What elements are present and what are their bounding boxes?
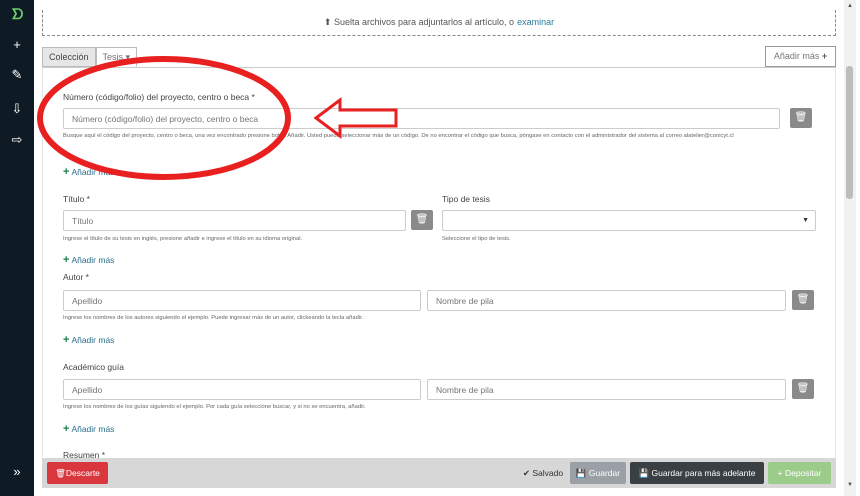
thesis-type-label: Tipo de tesis	[442, 194, 490, 204]
advisor-help: Ingrese los nombres de los guías siguien…	[63, 404, 366, 410]
trash-icon[interactable]: 🗑	[411, 210, 433, 230]
save-button[interactable]: 💾 Guardar	[570, 462, 626, 484]
trash-icon[interactable]: 🗑	[790, 108, 812, 128]
save-later-label: Guardar para más adelante	[651, 468, 756, 478]
add-more-advisor-link[interactable]: + Añadir más	[63, 423, 114, 435]
import-icon[interactable]: ⇩	[7, 100, 27, 118]
deposit-label: Depositar	[784, 468, 822, 478]
caret-down-icon: ▼	[802, 217, 809, 224]
action-footer: 🗑Descarte ✔ Salvado 💾 Guardar 💾 Guardar …	[42, 458, 836, 488]
scroll-up-arrow-icon[interactable]: ▲	[844, 3, 856, 9]
file-dropzone[interactable]: ⬆ Suelta archivos para adjuntarlos al ar…	[42, 10, 836, 36]
thesis-type-select[interactable]: ▼	[442, 210, 816, 231]
save-for-later-button[interactable]: 💾 Guardar para más adelante	[630, 462, 764, 484]
discard-label: Descarte	[65, 468, 100, 478]
author-help: Ingrese los nombres de los autores sigui…	[63, 315, 364, 321]
browse-link[interactable]: examinar	[517, 17, 554, 27]
author-label: Autor *	[63, 272, 89, 282]
project-number-help: Busque aquí el código del proyecto, cent…	[63, 133, 734, 139]
trash-icon[interactable]: 🗑	[792, 379, 814, 399]
add-more-advisor-label: Añadir más	[71, 424, 115, 434]
saved-label: Salvado	[532, 468, 564, 478]
title-input[interactable]	[63, 210, 406, 231]
scrollbar-thumb[interactable]	[846, 66, 853, 199]
project-number-input[interactable]	[63, 108, 780, 129]
title-label: Título *	[63, 194, 90, 204]
main-area: ⬆ Suelta archivos para adjuntarlos al ar…	[34, 0, 840, 496]
edit-icon[interactable]: ✎	[7, 66, 27, 84]
scroll-down-arrow-icon[interactable]: ▼	[844, 482, 856, 488]
add-more-top-label: Añadir más	[773, 51, 820, 61]
add-more-author-label: Añadir más	[71, 335, 115, 345]
trash-icon[interactable]: 🗑	[792, 290, 814, 310]
advisor-surname-input[interactable]	[63, 379, 421, 400]
expand-sidebar-icon[interactable]: »	[7, 463, 27, 481]
thesis-type-help: Seleccione el tipo de tesis.	[442, 236, 511, 242]
trash-icon: 🗑	[55, 468, 66, 478]
discard-button[interactable]: 🗑Descarte	[47, 462, 108, 484]
tab-tesis[interactable]: Tesis ▾	[95, 47, 138, 67]
app-logo[interactable]: ᗤ	[9, 6, 26, 23]
app-sidebar: ᗤ + ✎ ⇩ ⇨ »	[0, 0, 34, 496]
add-more-title-label: Añadir más	[71, 255, 115, 265]
advisor-label: Académico guía	[63, 362, 124, 372]
floppy-icon: 💾	[575, 468, 589, 478]
export-icon[interactable]: ⇨	[7, 131, 27, 149]
dropzone-text: Suelta archivos para adjuntarlos al artí…	[333, 17, 515, 27]
add-more-project-label: Añadir más	[71, 167, 115, 177]
add-more-title-link[interactable]: + Añadir más	[63, 254, 114, 266]
author-surname-input[interactable]	[63, 290, 421, 311]
save-label: Guardar	[588, 468, 621, 478]
floppy-icon: 💾	[638, 468, 652, 478]
add-more-top-button[interactable]: Añadir más +	[765, 46, 836, 67]
add-more-author-link[interactable]: + Añadir más	[63, 334, 114, 346]
plus-icon: +	[777, 468, 785, 478]
author-name-input[interactable]	[427, 290, 786, 311]
tab-coleccion[interactable]: Colección	[42, 47, 96, 67]
plus-icon: +	[821, 51, 828, 61]
title-help: Ingrese el título de su tesis en inglés,…	[63, 236, 303, 242]
project-number-label: Número (código/folio) del proyecto, cent…	[63, 92, 255, 102]
deposit-button[interactable]: + Depositar	[768, 462, 831, 484]
form-panel: Número (código/folio) del proyecto, cent…	[42, 67, 836, 462]
add-more-project-link[interactable]: + Añadir más	[63, 166, 114, 178]
upload-icon: ⬆	[323, 17, 334, 27]
advisor-name-input[interactable]	[427, 379, 786, 400]
check-circle-icon: ✔	[522, 468, 533, 478]
new-item-icon[interactable]: +	[7, 36, 27, 54]
form-tabs: Colección Tesis ▾	[42, 47, 138, 67]
saved-status: ✔ Salvado	[518, 462, 568, 484]
